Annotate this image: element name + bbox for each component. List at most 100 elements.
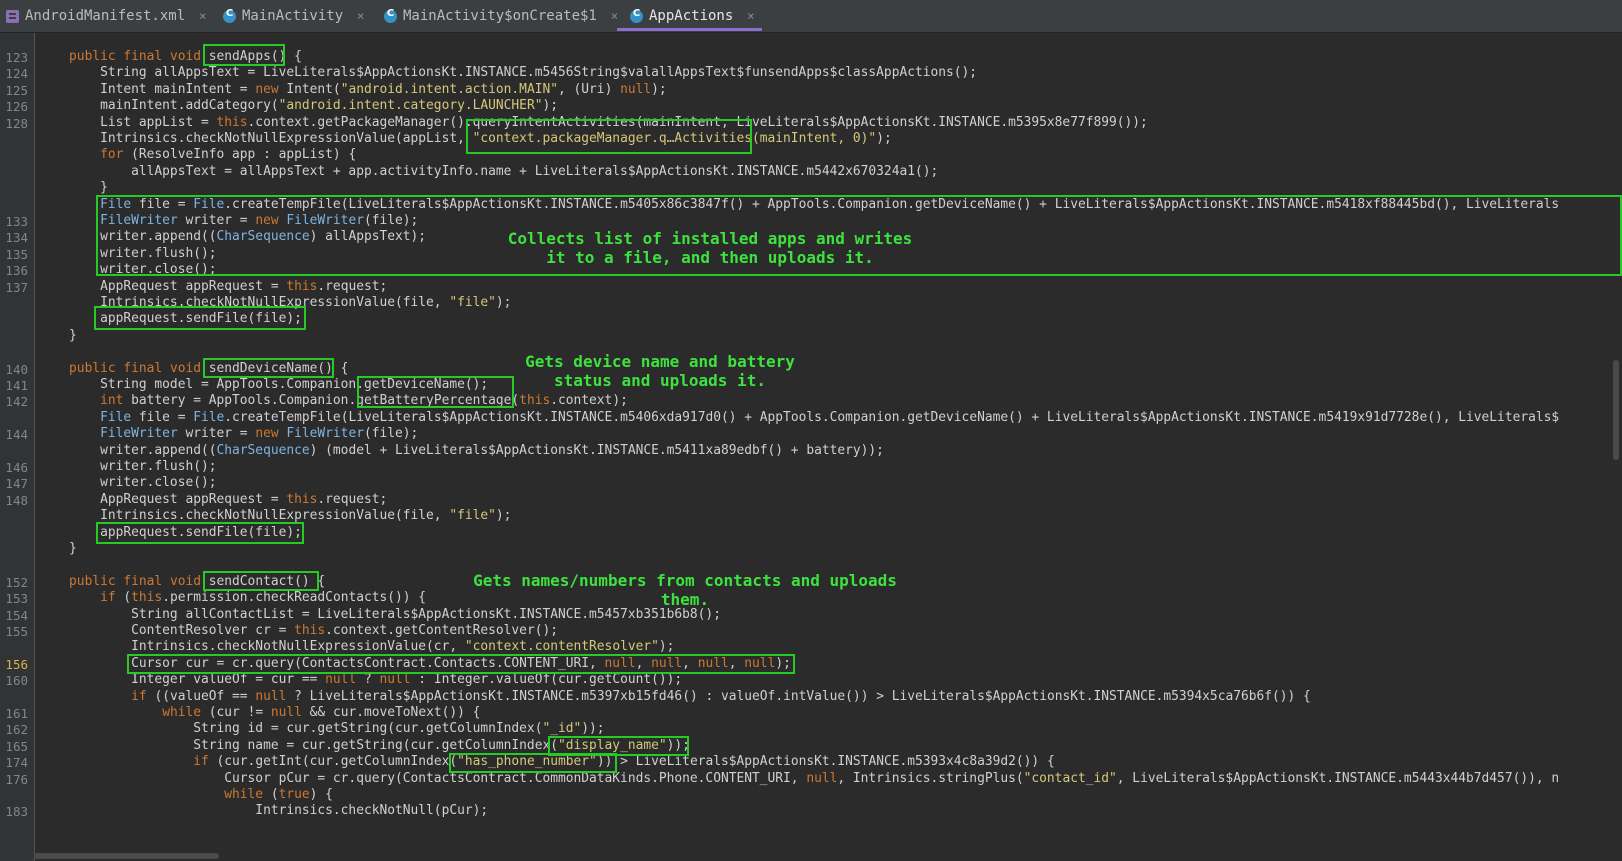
code-token: new — [255, 426, 287, 442]
code-editor[interactable]: 123 public final void sendApps() {124 St… — [0, 33, 1622, 861]
line-number: 165 — [5, 738, 28, 754]
line-number: 135 — [5, 246, 28, 262]
code-token: ? LiveLiterals$AppActionsKt.INSTANCE.m53… — [286, 688, 1311, 704]
code-token: if — [131, 688, 155, 704]
code-token: public final void — [69, 573, 209, 589]
xml-file-icon — [6, 9, 19, 23]
tab-androidmanifest[interactable]: AndroidManifest.xml × — [6, 0, 206, 32]
highlight-box-sendcontact — [203, 571, 319, 591]
code-token: Cursor pCur = cr.query(ContactsContract.… — [38, 770, 807, 786]
line-number: 123 — [5, 50, 28, 65]
note-send-device-name: Gets device name and battery status and … — [525, 352, 795, 390]
code-line[interactable]: writer.close(); — [38, 475, 217, 491]
code-line[interactable]: AppRequest appRequest = this.request; — [38, 492, 387, 508]
code-line[interactable]: Intrinsics.checkNotNullExpressionValue(a… — [38, 131, 892, 147]
code-token: File — [100, 409, 132, 425]
tab-mainactivity-oncreate[interactable]: MainActivity$onCreate$1 × — [384, 0, 618, 32]
code-line[interactable]: } — [38, 541, 77, 557]
code-token: ); — [876, 131, 892, 146]
editor-tab-bar: AndroidManifest.xml × MainActivity × Mai… — [0, 0, 1622, 33]
code-token: Intrinsics.checkNotNullExpressionValue(a… — [38, 131, 473, 146]
code-token: } — [38, 327, 77, 343]
code-line[interactable]: FileWriter writer = new FileWriter(file)… — [38, 426, 418, 442]
tab-mainactivity[interactable]: MainActivity × — [223, 0, 364, 32]
horizontal-scrollbar[interactable] — [34, 852, 1612, 860]
code-token: String id = cur.getString(cur.getColumnI… — [38, 721, 543, 737]
code-line[interactable]: Integer valueOf = cur == null ? null : I… — [38, 672, 682, 688]
vertical-scroll-thumb[interactable] — [1613, 360, 1619, 460]
code-token: String allAppsText = LiveLiterals$AppAct… — [38, 65, 978, 81]
class-icon — [223, 8, 236, 23]
code-token: ContentResolver cr = — [38, 623, 295, 638]
code-token: this — [286, 491, 318, 507]
code-token: Intent mainIntent = — [38, 81, 256, 97]
close-icon[interactable]: × — [611, 9, 618, 23]
code-token: "file" — [449, 295, 496, 310]
code-line[interactable]: int battery = AppTools.Companion.getBatt… — [38, 393, 628, 409]
code-token: (ResolveInfo app : appList) { — [131, 147, 357, 163]
line-number: 133 — [5, 214, 28, 229]
code-line[interactable]: allAppsText = allAppsText + app.activity… — [38, 164, 938, 180]
highlight-box-query-activities — [466, 119, 752, 154]
code-line[interactable]: writer.append((CharSequence) (model + Li… — [38, 443, 884, 459]
code-token: public final void — [69, 49, 209, 64]
line-number: 134 — [5, 230, 28, 246]
vertical-scrollbar[interactable] — [1612, 40, 1620, 850]
code-token: , LiveLiterals$AppActionsKt.INSTANCE.m54… — [1116, 770, 1560, 786]
code-token: List appList = — [38, 114, 217, 130]
code-line[interactable]: } — [38, 328, 77, 344]
highlight-box-senddevicename — [203, 358, 334, 378]
code-token: } — [38, 180, 108, 196]
code-line[interactable]: if ((valueOf == null ? LiveLiterals$AppA… — [38, 689, 1311, 705]
code-token: this — [519, 393, 551, 409]
close-icon[interactable]: × — [357, 9, 364, 23]
code-token: this — [286, 278, 318, 294]
code-line[interactable]: } — [38, 180, 108, 196]
code-token: CharSequence — [216, 442, 310, 458]
highlight-box-has-phone-number — [449, 753, 617, 773]
code-line[interactable]: String allAppsText = LiveLiterals$AppAct… — [38, 65, 977, 81]
code-line[interactable]: Cursor pCur = cr.query(ContactsContract.… — [38, 771, 1559, 787]
code-token: Integer valueOf = cur == — [38, 672, 326, 688]
code-token: ? — [356, 672, 380, 688]
tab-label: AppActions — [649, 8, 734, 24]
code-token: )) > LiveLiterals$AppActionsKt.INSTANCE.… — [596, 754, 1055, 770]
code-token: this — [131, 590, 163, 606]
close-icon[interactable]: × — [199, 9, 206, 23]
code-line[interactable]: while (cur != null && cur.moveToNext()) … — [38, 705, 480, 721]
code-token: String name = cur.getString(cur.getColum… — [38, 737, 558, 753]
highlight-box-sendapps — [203, 44, 285, 66]
code-line[interactable]: mainIntent.addCategory("android.intent.c… — [38, 98, 558, 114]
code-line[interactable]: AppRequest appRequest = this.request; — [38, 279, 387, 295]
code-line[interactable]: Intent mainIntent = new Intent("android.… — [38, 82, 667, 98]
close-icon[interactable]: × — [747, 9, 754, 23]
code-token: for — [100, 147, 132, 163]
code-line[interactable]: if (this.permission.checkReadContacts())… — [38, 590, 426, 606]
code-line[interactable]: for (ResolveInfo app : appList) { — [38, 147, 356, 163]
code-token: Intrinsics.checkNotNullExpressionValue(f… — [38, 508, 450, 524]
code-token: ); — [495, 508, 512, 524]
code-token: )); — [581, 721, 605, 737]
code-token: Intent( — [286, 81, 341, 97]
code-line[interactable]: writer.flush(); — [38, 459, 216, 475]
code-line[interactable]: Intrinsics.checkNotNull(pCur); — [38, 803, 488, 819]
code-token: if — [100, 590, 124, 606]
code-token: ); — [651, 81, 667, 97]
code-line[interactable]: File file = File.createTempFile(LiveLite… — [38, 410, 1559, 426]
code-line[interactable]: String id = cur.getString(cur.getColumnI… — [38, 721, 605, 737]
horizontal-scroll-thumb[interactable] — [34, 853, 219, 859]
line-number: 137 — [5, 279, 28, 295]
code-line[interactable]: Intrinsics.checkNotNullExpressionValue(c… — [38, 639, 674, 655]
code-line[interactable]: while (true) { — [38, 787, 333, 803]
code-token: Intrinsics.checkNotNullExpressionValue(c… — [38, 639, 465, 655]
code-token: writer.close(); — [38, 475, 217, 491]
code-line[interactable]: ContentResolver cr = this.context.getCon… — [38, 623, 558, 639]
code-token: (file); — [363, 426, 419, 442]
class-icon — [384, 8, 397, 23]
note-send-contact: Gets names/numbers from contacts and upl… — [473, 571, 897, 609]
